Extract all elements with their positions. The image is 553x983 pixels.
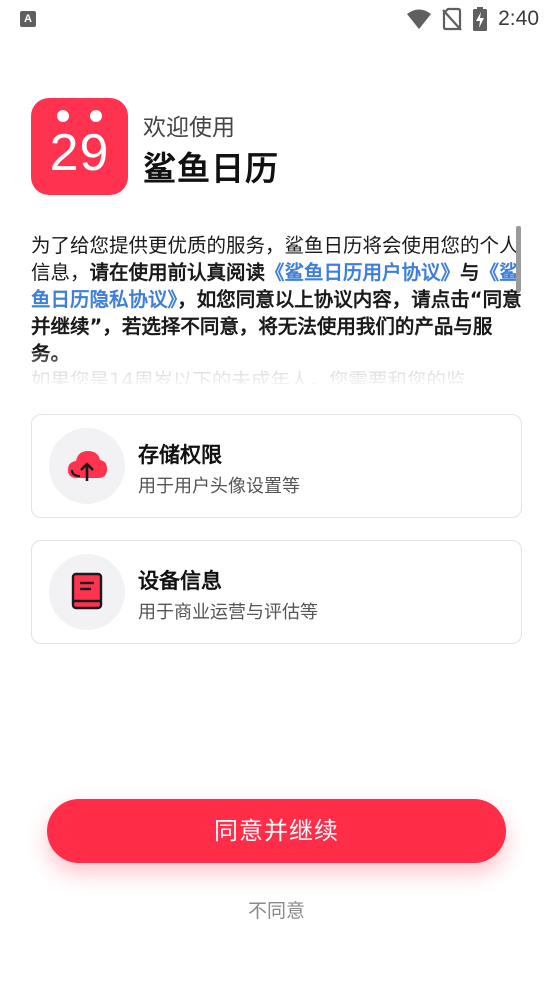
status-bar: A 2:40 [0,0,553,38]
battery-charging-icon [473,7,488,31]
permission-card-storage: 存储权限 用于用户头像设置等 [31,414,522,518]
agreement-minor-notice: 如果您是14周岁以下的未成年人，您需要和您的监 [31,369,466,384]
no-sim-icon [442,7,462,31]
logo-date-number: 29 [49,124,110,182]
permission-description: 用于用户头像设置等 [138,476,300,497]
status-icons: 2:40 [406,6,539,32]
device-book-icon [71,572,103,610]
permission-title: 设备信息 [138,569,222,593]
permission-card-device: 设备信息 用于商业运营与评估等 [31,540,522,644]
permission-icon-bg [49,428,125,504]
welcome-text: 欢迎使用 [143,115,235,141]
app-name: 鲨鱼日历 [143,149,279,188]
agree-continue-button[interactable]: 同意并继续 [47,799,506,863]
agreement-text: 为了给您提供更优质的服务，鲨鱼日历将会使用您的个人信息，请在使用前认真阅读《鲨鱼… [31,232,525,384]
disagree-button[interactable]: 不同意 [0,896,553,923]
notification-icon: A [20,11,36,27]
permission-title: 存储权限 [138,443,222,467]
agreement-bold-read: 请在使用前认真阅读 [89,261,266,284]
cloud-upload-icon [68,451,107,481]
agreement-and: 与 [460,261,480,284]
user-agreement-link[interactable]: 《鲨鱼日历用户协议》 [265,261,460,284]
app-logo: 29 [31,98,128,195]
agreement-scrollbar[interactable] [516,226,521,292]
clock: 2:40 [498,7,539,30]
logo-ring-dot-right [90,110,102,122]
wifi-icon [407,9,432,29]
permission-icon-bg [49,554,125,630]
logo-ring-dot-left [57,110,69,122]
permission-description: 用于商业运营与评估等 [138,602,318,623]
privacy-consent-screen: A 2:40 29 欢迎使用 鲨鱼日历 为了给您提供更优质的服务，鲨鱼日历将会使… [0,0,553,983]
